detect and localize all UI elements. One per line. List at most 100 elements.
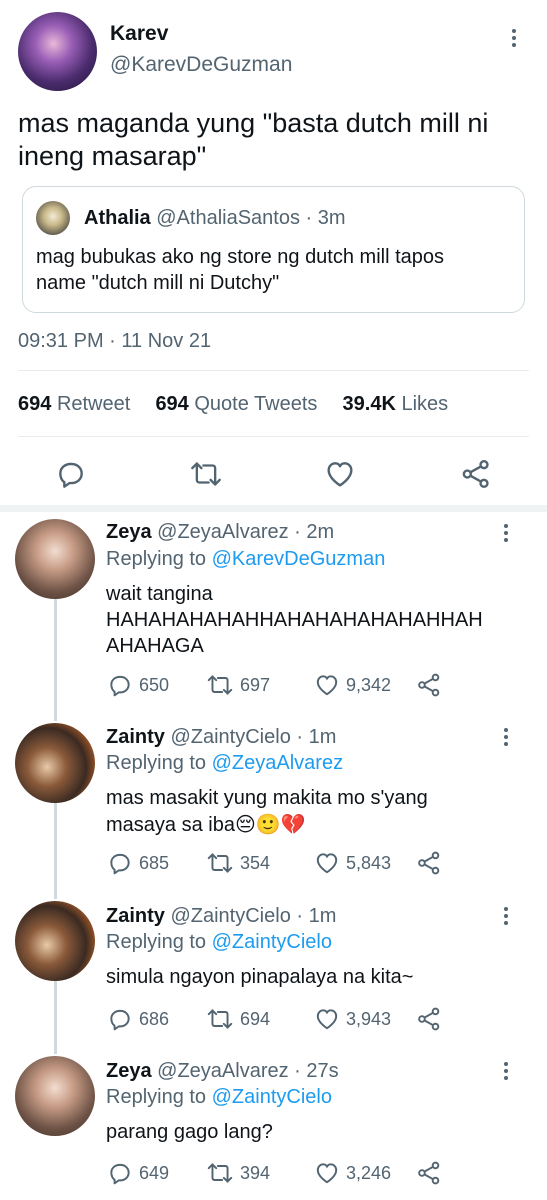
reply-text: wait tangina HAHAHAHAHAHHAHAHAHAHAHAHHAH… [106, 581, 483, 659]
retweet-button[interactable]: 694 [206, 1006, 270, 1032]
share-icon[interactable] [460, 458, 492, 490]
retweet-count: 694 [240, 1008, 271, 1029]
reply-count: 685 [139, 852, 170, 873]
author-name[interactable]: Karev [110, 22, 168, 46]
reply-icon[interactable] [55, 458, 87, 490]
reply-count: 650 [139, 674, 170, 695]
like-button[interactable]: 3,246 [314, 1160, 391, 1186]
reply-button[interactable]: 685 [107, 850, 169, 876]
author-handle[interactable]: @KarevDeGuzman [110, 53, 292, 77]
replying-to-label: Replying to [106, 548, 207, 570]
more-icon[interactable] [502, 907, 510, 925]
replying-to-label: Replying to [106, 1086, 207, 1108]
tweet-text-line: mas maganda yung "basta dutch mill ni [18, 108, 489, 138]
tweet-text-line: ineng masarap" [18, 141, 207, 171]
replying-to-label: Replying to [106, 752, 207, 774]
quoted-text-line: name "dutch mill ni Dutchy" [36, 272, 280, 294]
reply-avatar[interactable] [15, 723, 95, 803]
like-count: 5,843 [346, 852, 392, 873]
likes-stat[interactable]: 39.4K Likes [343, 393, 449, 415]
author-avatar[interactable] [18, 12, 97, 91]
tweet-timestamp: 09:31 PM · 11 Nov 21 [18, 330, 212, 352]
thread-line [54, 599, 57, 721]
retweet-button[interactable]: 394 [206, 1160, 270, 1186]
retweets-count: 694 [18, 393, 52, 415]
divider [18, 436, 529, 437]
quotes-stat[interactable]: 694 Quote Tweets [155, 393, 317, 415]
retweet-icon[interactable] [189, 458, 223, 490]
reply-handle-time[interactable]: @ZaintyCielo · 1m [170, 726, 336, 748]
more-icon[interactable] [502, 1062, 510, 1080]
share-icon [418, 851, 440, 875]
reply-name[interactable]: Zainty [106, 905, 165, 927]
reply-handle-time[interactable]: @ZaintyCielo · 1m [170, 905, 336, 927]
reply-name[interactable]: Zeya [106, 1060, 152, 1082]
retweets-stat[interactable]: 694 Retweet [18, 393, 130, 415]
retweet-count: 394 [240, 1162, 271, 1183]
reply-handle-time[interactable]: @ZeyaAlvarez · 27s [157, 1060, 338, 1082]
retweet-icon [207, 1163, 233, 1183]
reply-handle-time[interactable]: @ZeyaAlvarez · 2m [157, 521, 334, 543]
likes-count: 39.4K [342, 393, 396, 415]
heart-icon [316, 1163, 338, 1184]
reply-text: parang gago lang? [106, 1119, 273, 1145]
reply-name[interactable]: Zainty [106, 726, 165, 748]
reply-text-line: wait tangina [106, 583, 213, 605]
reply-avatar[interactable] [15, 901, 95, 981]
reply-icon [110, 1163, 130, 1185]
replying-to-link[interactable]: @KarevDeGuzman [212, 548, 386, 570]
retweet-icon [207, 853, 233, 873]
like-button[interactable]: 5,843 [314, 850, 391, 876]
heart-icon [316, 853, 338, 874]
like-button[interactable]: 9,342 [314, 672, 391, 698]
share-icon [418, 1007, 440, 1031]
more-icon[interactable] [510, 29, 518, 47]
quoted-text: mag bubukas ako ng store ng dutch mill t… [36, 244, 444, 296]
quoted-text-line: mag bubukas ako ng store ng dutch mill t… [36, 246, 445, 268]
like-count: 9,342 [346, 674, 392, 695]
quotes-count: 694 [155, 393, 189, 415]
tweet-text: mas maganda yung "basta dutch mill ni in… [18, 107, 488, 173]
reply-name[interactable]: Zeya [106, 521, 152, 543]
reply-button[interactable]: 686 [107, 1006, 169, 1032]
more-icon[interactable] [502, 728, 510, 746]
tweet-stats: 694 Retweet 694 Quote Tweets 39.4K Likes [18, 393, 448, 416]
retweet-icon [207, 675, 233, 695]
replying-to-link[interactable]: @ZeyaAlvarez [212, 752, 343, 774]
heart-icon [316, 1009, 338, 1030]
reply-text-line: mas masakit yung makita mo s'yang [106, 787, 428, 809]
reply-text-line: HAHAHAHAHAHHAHAHAHAHAHAHHAH [106, 609, 483, 631]
more-icon[interactable] [502, 524, 510, 542]
heart-icon[interactable] [324, 458, 356, 490]
reply-text: mas masakit yung makita mo s'yang masaya… [106, 785, 428, 839]
divider [18, 370, 529, 371]
replying-to-label: Replying to [106, 931, 207, 953]
replying-to-link[interactable]: @ZaintyCielo [212, 931, 332, 953]
reply-avatar[interactable] [15, 1056, 95, 1136]
reply-avatar[interactable] [15, 519, 95, 599]
share-button[interactable] [416, 1006, 442, 1032]
reply-count: 686 [139, 1008, 170, 1029]
share-icon [418, 1161, 440, 1185]
share-button[interactable] [416, 1160, 442, 1186]
quotes-label: Quote Tweets [194, 393, 318, 415]
reply-count: 649 [139, 1162, 170, 1183]
retweet-count: 354 [240, 852, 271, 873]
share-button[interactable] [416, 850, 442, 876]
share-button[interactable] [416, 672, 442, 698]
retweet-button[interactable]: 354 [206, 850, 270, 876]
quoted-tweet[interactable]: Athalia @AthaliaSantos · 3m mag bubukas … [22, 186, 525, 313]
likes-label: Likes [401, 393, 449, 415]
reply-text-line: AHAHAGA [106, 635, 204, 657]
reply-button[interactable]: 650 [107, 672, 169, 698]
like-count: 3,943 [346, 1008, 392, 1029]
reply-text-line: simula ngayon pinapalaya na kita~ [106, 966, 414, 988]
like-count: 3,246 [346, 1162, 392, 1183]
replying-to-link[interactable]: @ZaintyCielo [212, 1086, 332, 1108]
retweet-count: 697 [240, 674, 271, 695]
reply-text-line: parang gago lang? [106, 1121, 273, 1143]
reply-text-line: masaya sa iba😔🙂💔 [106, 814, 306, 836]
retweet-button[interactable]: 697 [206, 672, 270, 698]
reply-button[interactable]: 649 [107, 1160, 169, 1186]
like-button[interactable]: 3,943 [314, 1006, 391, 1032]
